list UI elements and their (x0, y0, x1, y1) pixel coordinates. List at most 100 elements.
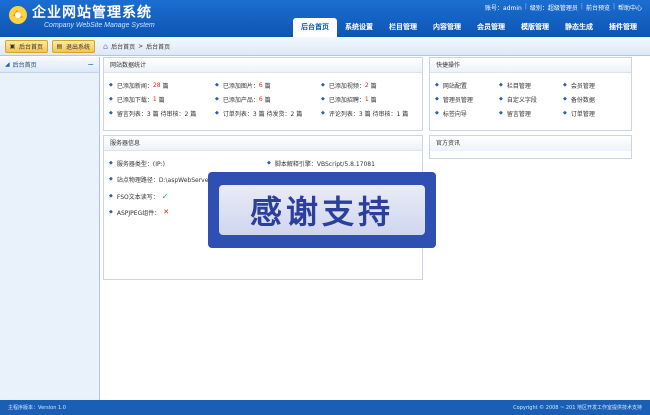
nav-item-templates[interactable]: 模版管理 (513, 18, 557, 37)
bullet-icon: ◆ (321, 82, 325, 88)
bullet-icon: ◆ (563, 82, 567, 88)
nav-item-plugins[interactable]: 插件管理 (601, 18, 645, 37)
app-subtitle: Company WebSite Manage System (44, 22, 155, 29)
news-panel: 官方资讯 (429, 135, 632, 159)
separator: | (612, 3, 615, 10)
breadcrumb: ⌂ 后台首页 > 后台首页 (103, 40, 170, 53)
logo: 企业网站管理系统 Company WebSite Manage System (8, 5, 155, 29)
bullet-icon: ◆ (109, 193, 113, 199)
quick-link[interactable]: ◆ 栏目管理 (499, 78, 563, 92)
stat-orders[interactable]: ◆ 订单列表：3 篇 待发货：2 篇 (215, 106, 321, 120)
quick-grid: ◆ 网站配置 ◆ 栏目管理 ◆ 会员管理 ◆ 管理员管理 ◆ 自定义字段 ◆ 备份数据 ◆ 标… (435, 78, 627, 120)
separator: | (524, 3, 527, 10)
bullet-icon: ◆ (435, 96, 439, 102)
toolbar: ▣ 后台首页 ▤ 退出系统 ⌂ 后台首页 > 后台首页 (0, 37, 650, 56)
quick-link[interactable]: ◆ 管理员管理 (435, 92, 499, 106)
bullet-icon: ◆ (215, 96, 219, 102)
quick-link[interactable]: ◆ 网站配置 (435, 78, 499, 92)
header-bar: 企业网站管理系统 Company WebSite Manage System 账… (0, 0, 650, 37)
nav-item-columns[interactable]: 栏目管理 (381, 18, 425, 37)
home-icon: ▣ (9, 43, 16, 50)
stats-grid: ◆ 已添加新闻： 28 篇 ◆ 已添加图片： 6 篇 ◆ 已添加视频： 2 篇 ◆ 已添加下载… (109, 78, 427, 120)
account-label: 账号：admin (485, 5, 522, 12)
breadcrumb-separator: > (138, 43, 144, 50)
role-label: 级别：超级管理员 (529, 5, 578, 12)
expand-arrow-icon: ◢ (5, 61, 10, 68)
bullet-icon: ◆ (109, 176, 113, 182)
stat-comments[interactable]: ◆ 评论列表：3 篇 待审核：1 篇 (321, 106, 427, 120)
script-engine: ◆ 脚本解释引擎：VBScript/5.8.17081 (267, 160, 375, 168)
bullet-icon: ◆ (215, 82, 219, 88)
thanks-overlay: 感谢支持 (208, 172, 436, 248)
sidebar: ◢ 后台首页 − (0, 57, 100, 400)
user-bar: 账号：admin | 级别：超级管理员 | 前台预览 | 帮助中心 (485, 3, 642, 12)
stat-images: ◆ 已添加图片： 6 篇 (215, 81, 271, 90)
stat-downloads: ◆ 已添加下载： 1 篇 (109, 95, 165, 104)
aspjpeg-status: ◆ ASPJPEG组件： ✕ (109, 208, 170, 217)
collapse-icon[interactable]: − (87, 60, 94, 69)
quick-panel-title: 快捷操作 (430, 58, 631, 73)
bullet-icon: ◆ (109, 160, 113, 166)
news-panel-title: 官方资讯 (430, 136, 631, 151)
help-link[interactable]: 帮助中心 (618, 3, 642, 12)
app-title: 企业网站管理系统 (32, 5, 152, 21)
bullet-icon: ◆ (435, 82, 439, 88)
server-panel-title: 服务器信息 (104, 136, 422, 151)
stat-products: ◆ 已添加产品： 6 篇 (215, 95, 271, 104)
thanks-text: 感谢支持 (219, 185, 425, 235)
stat-news: ◆ 已添加新闻： 28 篇 (109, 81, 169, 90)
bullet-icon: ◆ (215, 110, 219, 116)
nav-item-content[interactable]: 内容管理 (425, 18, 469, 37)
bullet-icon: ◆ (267, 160, 271, 166)
bullet-icon: ◆ (109, 82, 113, 88)
bullet-icon: ◆ (109, 110, 113, 116)
server-type: ◆ 服务器类型：(IP:) (109, 160, 165, 168)
footer-bar: 主程序版本：Version 1.0 Copyright © 2008 ~ 201… (0, 400, 650, 415)
stats-panel: 网站数据统计 ◆ 已添加新闻： 28 篇 ◆ 已添加图片： 6 篇 ◆ 已添加视频： 2 篇… (103, 57, 423, 131)
quick-link[interactable]: ◆ 标签向导 (435, 106, 499, 120)
bullet-icon: ◆ (563, 96, 567, 102)
bullet-icon: ◆ (321, 110, 325, 116)
logout-button[interactable]: ▤ 退出系统 (52, 40, 96, 53)
logout-icon: ▤ (56, 43, 63, 50)
copyright-label: Copyright © 2008 ~ 201 地区开发工作室提供技术支持 (513, 405, 642, 411)
logo-icon (8, 5, 28, 25)
site-path: ◆ 站点物理路径：D:\aspWebServer\w (109, 176, 218, 184)
bullet-icon: ◆ (435, 110, 439, 116)
bullet-icon: ◆ (499, 96, 503, 102)
quick-link[interactable]: ◆ 备份数据 (563, 92, 627, 106)
preview-link[interactable]: 前台预览 (586, 3, 610, 12)
stat-videos: ◆ 已添加视频： 2 篇 (321, 81, 377, 90)
version-label: 主程序版本：Version 1.0 (8, 405, 66, 411)
bullet-icon: ◆ (499, 110, 503, 116)
stat-messages[interactable]: ◆ 留言列表：3 篇 待审核：2 篇 (109, 106, 215, 120)
logout-button-label: 退出系统 (66, 44, 91, 51)
nav-item-members[interactable]: 会员管理 (469, 18, 513, 37)
home-button-label: 后台首页 (19, 44, 44, 51)
nav-item-home[interactable]: 后台首页 (293, 18, 337, 37)
cross-icon: ✕ (163, 208, 170, 216)
quick-link[interactable]: ◆ 订单管理 (563, 106, 627, 120)
check-icon: ✓ (161, 191, 169, 201)
nav-item-static[interactable]: 静态生成 (557, 18, 601, 37)
quick-link[interactable]: ◆ 自定义字段 (499, 92, 563, 106)
bullet-icon: ◆ (109, 209, 113, 215)
house-icon: ⌂ (103, 42, 109, 51)
quick-link[interactable]: ◆ 会员管理 (563, 78, 627, 92)
stat-jobs: ◆ 已添加招聘： 1 篇 (321, 95, 377, 104)
nav-item-system-settings[interactable]: 系统设置 (337, 18, 381, 37)
breadcrumb-item[interactable]: 后台首页 (111, 42, 135, 51)
stats-panel-title: 网站数据统计 (104, 58, 422, 73)
quick-link[interactable]: ◆ 留言管理 (499, 106, 563, 120)
bullet-icon: ◆ (499, 82, 503, 88)
fso-status: ◆ FSO文本读写： ✓ (109, 191, 169, 201)
separator: | (580, 3, 583, 10)
sidebar-item-label: 后台首页 (12, 62, 37, 69)
sidebar-item-home[interactable]: ◢ 后台首页 − (0, 57, 99, 73)
home-button[interactable]: ▣ 后台首页 (5, 40, 49, 53)
quick-panel: 快捷操作 ◆ 网站配置 ◆ 栏目管理 ◆ 会员管理 ◆ 管理员管理 ◆ 自定义字段 ◆ 备份… (429, 57, 632, 131)
bullet-icon: ◆ (321, 96, 325, 102)
bullet-icon: ◆ (109, 96, 113, 102)
main-nav: 后台首页 系统设置 栏目管理 内容管理 会员管理 模版管理 静态生成 插件管理 (293, 18, 645, 37)
bullet-icon: ◆ (563, 110, 567, 116)
